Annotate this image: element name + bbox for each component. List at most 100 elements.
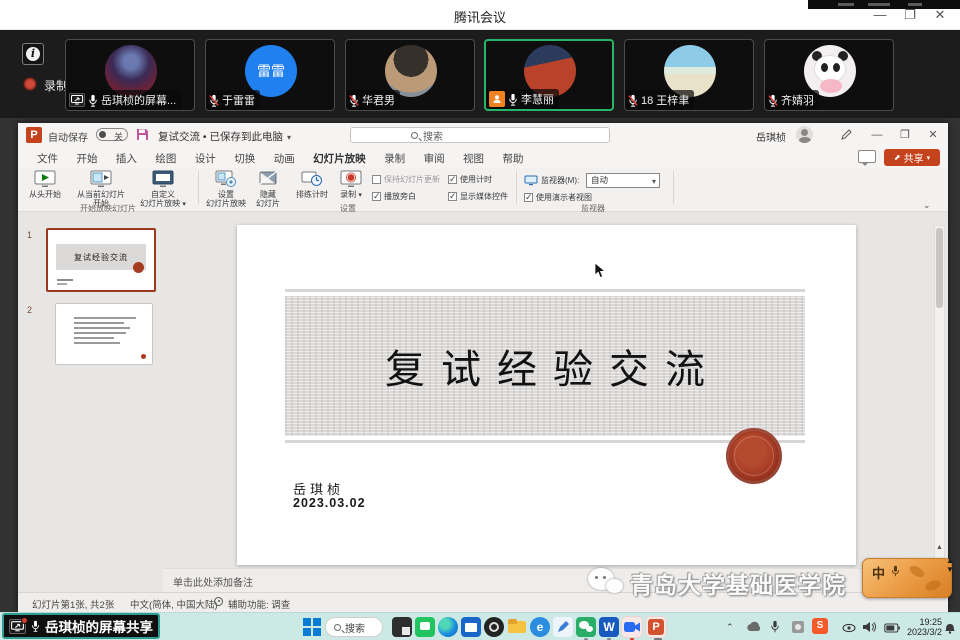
from-beginning-button[interactable]: 从头开始 — [22, 170, 68, 199]
ime-mic-icon[interactable] — [891, 565, 900, 577]
close-button[interactable]: ✕ — [932, 7, 948, 23]
maximize-button[interactable]: ❐ — [902, 7, 918, 23]
windows-start-button[interactable] — [302, 617, 322, 637]
wetype-icon[interactable] — [415, 617, 435, 637]
tray-chevron-icon[interactable]: ⌃ — [726, 622, 734, 633]
participant-name: 李慧丽 — [521, 91, 554, 107]
participant-tile[interactable]: 18 王梓聿 — [624, 39, 754, 111]
slide2-thumbnail[interactable] — [55, 303, 153, 365]
pen-app-icon[interactable] — [553, 617, 573, 637]
share-banner-label: 岳琪桢的屏幕共享 — [45, 616, 153, 636]
eye-icon[interactable] — [842, 620, 856, 638]
thumb2-stamp — [141, 354, 146, 359]
title-banner: 复试经验交流 — [285, 296, 805, 436]
rehearse-timings-button[interactable]: 排练计时 — [290, 170, 334, 199]
hide-slide-button[interactable]: 隐藏幻灯片 — [250, 170, 286, 208]
powerpoint-taskbar-icon[interactable]: P — [646, 617, 666, 637]
tab-draw[interactable]: 绘图 — [148, 147, 183, 169]
ime-toolbar[interactable]: 中 — [862, 558, 952, 598]
tab-transitions[interactable]: 切换 — [227, 147, 262, 169]
participant-tile[interactable]: 齐婧羽 — [764, 39, 894, 111]
taskbar-search[interactable]: 搜索 — [325, 617, 383, 637]
participant-tile-sharer[interactable]: 岳琪桢的屏幕... — [65, 39, 195, 111]
taskbar-clock[interactable]: 19:25 2023/3/2 — [907, 617, 942, 637]
tab-file[interactable]: 文件 — [30, 147, 65, 169]
vertical-scrollbar[interactable]: ▲ ▼ — [934, 225, 945, 577]
ppt-minimize-button[interactable]: — — [870, 128, 884, 142]
play-narrations-checkbox[interactable]: 播放旁白 — [372, 191, 416, 202]
setup-slideshow-button[interactable]: 设置幻灯片放映 — [204, 170, 248, 208]
remote-app-icon[interactable] — [791, 620, 805, 639]
meeting-info-button[interactable]: i — [22, 43, 44, 65]
minimize-button[interactable]: — — [872, 7, 888, 23]
app-dark-icon[interactable] — [484, 617, 504, 637]
account-name[interactable]: 岳琪桢 — [756, 129, 786, 144]
tab-record[interactable]: 录制 — [377, 147, 412, 169]
autosave-toggle[interactable]: 关 — [96, 128, 128, 141]
participant-name: 18 王梓聿 — [641, 92, 689, 108]
widgets-icon[interactable] — [392, 617, 412, 637]
save-icon[interactable] — [136, 128, 149, 146]
slide-counter: 幻灯片第1张, 共2张 — [32, 597, 114, 611]
slide-canvas[interactable]: 复试经验交流 岳琪桢 2023.03.02 — [237, 225, 856, 565]
participant-tile[interactable]: 华君男 — [345, 39, 475, 111]
onedrive-cloud-icon[interactable] — [746, 620, 762, 638]
tab-view[interactable]: 视图 — [456, 147, 491, 169]
ime-collapse-arrows[interactable]: ▲▼ — [946, 556, 954, 574]
record-button[interactable]: 录制 ▾ — [336, 170, 366, 200]
word-icon[interactable]: W — [599, 617, 619, 637]
share-button[interactable]: ⬈ 共享 ▾ — [884, 149, 940, 166]
use-timings-checkbox[interactable]: 使用计时 — [448, 174, 492, 185]
tab-design[interactable]: 设计 — [188, 147, 223, 169]
document-title[interactable]: 复试交流 • 已保存到此电脑▾ — [158, 129, 291, 144]
search-placeholder: 搜索 — [423, 128, 443, 143]
tab-help[interactable]: 帮助 — [495, 147, 530, 169]
search-icon — [411, 132, 418, 139]
tab-insert[interactable]: 插入 — [109, 147, 144, 169]
mouse-cursor — [594, 262, 607, 279]
ime-mode-label[interactable]: 中 — [872, 563, 885, 582]
screen: 腾讯会议 — ❐ ✕ i 录制中 岳琪桢的屏幕... 雷雷 — [0, 0, 960, 640]
thumb-slide-title: 复试经验交流 — [74, 252, 128, 263]
tray-mic-icon[interactable] — [770, 620, 780, 638]
battery-icon[interactable] — [884, 620, 900, 638]
participant-namebar: 李慧丽 — [486, 89, 559, 109]
tab-home[interactable]: 开始 — [69, 147, 104, 169]
keep-slides-updated-checkbox[interactable]: 保持幻灯片更新 — [372, 174, 440, 185]
monitor-dropdown[interactable]: 自动 — [586, 173, 660, 188]
tab-review[interactable]: 审阅 — [417, 147, 452, 169]
show-media-controls-checkbox[interactable]: 显示媒体控件 — [448, 191, 508, 202]
notification-icon[interactable] — [944, 621, 956, 639]
ppt-restore-button[interactable]: ❐ — [898, 128, 912, 142]
participant-namebar: 齐婧羽 — [765, 90, 819, 110]
file-explorer-icon[interactable] — [507, 617, 527, 637]
tab-animations[interactable]: 动画 — [267, 147, 302, 169]
sogou-ime-icon[interactable]: S — [812, 618, 828, 634]
accessibility-status[interactable]: 辅助功能: 调查 — [228, 597, 290, 611]
edge-icon[interactable] — [438, 617, 458, 637]
participant-namebar: 岳琪桢的屏幕... — [66, 90, 181, 110]
account-avatar[interactable] — [796, 126, 813, 143]
tencent-meeting-icon[interactable] — [622, 617, 642, 637]
browser-360-icon[interactable]: e — [530, 617, 550, 637]
collapse-ribbon-icon[interactable]: ⌄ — [923, 200, 931, 211]
comments-icon[interactable] — [858, 150, 876, 163]
participant-tile[interactable]: 雷雷 于雷雷 — [205, 39, 335, 111]
recording-badge — [21, 617, 28, 624]
scrollbar-thumb[interactable] — [936, 228, 943, 308]
watermark-text: 青岛大学基础医学院 — [630, 566, 846, 600]
ms-store-icon[interactable] — [461, 617, 481, 637]
wechat-icon[interactable] — [576, 617, 596, 637]
speaker-icon[interactable] — [862, 620, 876, 638]
participant-tile-active[interactable]: 李慧丽 — [484, 39, 614, 111]
pen-icon[interactable] — [840, 128, 853, 146]
presenter-view-checkbox[interactable]: 使用演示者视图 — [524, 192, 592, 203]
accessibility-icon — [214, 597, 223, 606]
slide1-thumbnail[interactable]: 复试经验交流 — [46, 228, 156, 292]
slide1-number: 1 — [27, 230, 32, 240]
language-status[interactable]: 中文(简体, 中国大陆) — [130, 597, 218, 611]
ppt-close-button[interactable]: ✕ — [926, 128, 940, 142]
ppt-search-box[interactable]: 搜索 — [350, 127, 610, 143]
previous-slide-icon[interactable]: ▲ — [936, 544, 943, 551]
screen-share-banner[interactable]: 岳琪桢的屏幕共享 — [2, 613, 160, 639]
